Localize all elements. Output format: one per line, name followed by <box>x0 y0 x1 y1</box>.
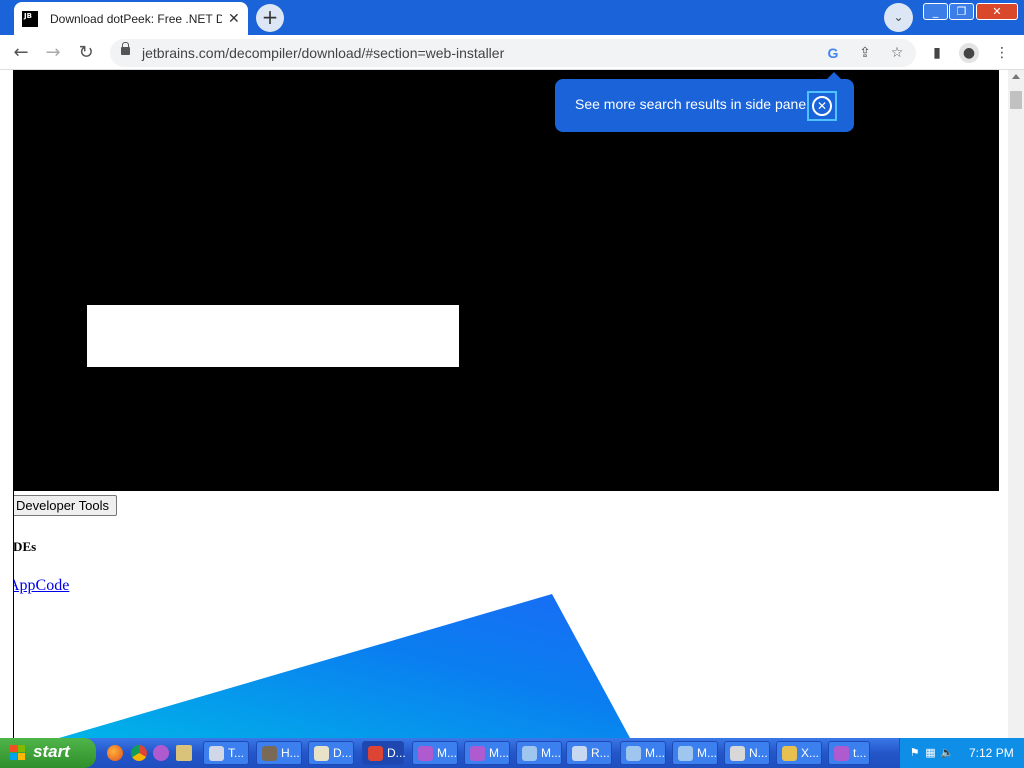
task-app-icon <box>209 746 224 761</box>
task-label: H... <box>281 746 300 760</box>
taskbar-task-button[interactable]: t... <box>828 741 870 765</box>
task-label: t... <box>853 746 867 760</box>
taskbar-task-button[interactable]: D... <box>362 741 406 765</box>
page-scrollbar[interactable] <box>1008 70 1024 738</box>
tab-title: Download dotPeek: Free .NET Decompiler <box>50 11 222 26</box>
task-app-icon <box>678 746 693 761</box>
task-label: M... <box>541 746 561 760</box>
forward-button[interactable]: → <box>42 42 64 64</box>
windows-taskbar: start T... H... D... D... M... M... M... R... M.… <box>0 738 1024 768</box>
jetbrains-favicon-icon: JB <box>22 10 38 27</box>
close-circle-icon: ✕ <box>812 96 832 116</box>
task-label: R... <box>591 746 610 760</box>
task-app-icon <box>782 746 797 761</box>
profile-avatar-icon[interactable]: ● <box>959 43 979 63</box>
new-tab-button[interactable]: + <box>256 4 284 32</box>
lock-icon[interactable] <box>121 42 130 55</box>
browser-toolbar: ← → ↻ jetbrains.com/decompiler/download/… <box>0 35 1024 70</box>
chrome-icon[interactable] <box>131 745 147 761</box>
address-bar[interactable]: jetbrains.com/decompiler/download/#secti… <box>110 39 916 67</box>
clock[interactable]: 7:12 PM <box>969 746 1014 760</box>
taskbar-task-button[interactable]: H... <box>256 741 302 765</box>
taskbar-task-button[interactable]: M... <box>620 741 666 765</box>
page-content: Developer Tools IDEs AppCode <box>14 70 1008 738</box>
task-label: M... <box>645 746 665 760</box>
minimize-button[interactable]: _ <box>923 3 948 20</box>
task-app-icon <box>834 746 849 761</box>
task-label: T... <box>228 746 245 760</box>
task-app-icon <box>470 746 485 761</box>
taskbar-task-button[interactable]: T... <box>203 741 249 765</box>
share-icon[interactable]: ⇪ <box>856 44 874 62</box>
menu-icon[interactable]: ⋮ <box>992 43 1012 63</box>
firefox-icon[interactable] <box>107 745 123 761</box>
taskbar-task-button[interactable]: N... <box>724 741 770 765</box>
system-tray: ⚑ ▦ 🔈 7:12 PM <box>899 738 1024 768</box>
task-label: D... <box>333 746 352 760</box>
network-icon[interactable]: ▦ <box>924 746 937 759</box>
task-label: N... <box>749 746 768 760</box>
video-placeholder-area <box>14 70 999 491</box>
taskbar-task-button[interactable]: M... <box>672 741 718 765</box>
browser-titlebar: JB Download dotPeek: Free .NET Decompile… <box>0 0 1024 35</box>
taskbar-task-button[interactable]: M... <box>516 741 562 765</box>
back-button[interactable]: ← <box>10 42 32 64</box>
browser-tab[interactable]: JB Download dotPeek: Free .NET Decompile… <box>14 2 248 35</box>
task-label: D... <box>387 746 406 760</box>
tab-close-icon[interactable]: ✕ <box>228 11 240 27</box>
task-app-icon <box>314 746 329 761</box>
task-label: X... <box>801 746 820 760</box>
taskbar-task-button[interactable]: D... <box>308 741 354 765</box>
task-app-icon <box>572 746 587 761</box>
maximize-button[interactable]: ❐ <box>949 3 974 20</box>
task-app-icon <box>368 746 383 761</box>
side-panel-icon[interactable]: ▮ <box>927 43 947 63</box>
task-app-icon <box>626 746 641 761</box>
task-label: M... <box>437 746 457 760</box>
windows-flag-icon <box>10 745 26 761</box>
volume-icon[interactable]: 🔈 <box>940 746 954 759</box>
network-warning-icon[interactable]: ⚑ <box>908 746 921 759</box>
taskbar-task-button[interactable]: X... <box>776 741 822 765</box>
bubble-message: See more search results in side panel <box>575 96 810 112</box>
developer-tools-button[interactable]: Developer Tools <box>14 495 117 516</box>
side-panel-promo-bubble: See more search results in side panel ✕ <box>555 72 854 132</box>
taskbar-task-button[interactable]: M... <box>412 741 458 765</box>
reload-button[interactable]: ↻ <box>75 42 97 64</box>
start-button[interactable]: start <box>0 738 96 768</box>
task-label: M... <box>697 746 717 760</box>
taskbar-task-button[interactable]: R... <box>566 741 612 765</box>
tab-search-button[interactable]: ⌄ <box>884 3 913 32</box>
task-app-icon <box>522 746 537 761</box>
appcode-link[interactable]: AppCode <box>14 577 69 595</box>
close-window-button[interactable]: ✕ <box>976 3 1018 20</box>
scroll-up-arrow-icon[interactable] <box>1012 74 1020 79</box>
bubble-close-button[interactable]: ✕ <box>807 91 837 121</box>
task-app-icon <box>262 746 277 761</box>
white-placeholder-box <box>87 305 459 367</box>
google-lens-icon[interactable]: G <box>824 44 842 62</box>
explorer-icon[interactable] <box>176 745 192 761</box>
start-label: start <box>33 742 70 761</box>
task-app-icon <box>730 746 745 761</box>
taskbar-task-button[interactable]: M... <box>464 741 510 765</box>
task-app-icon <box>418 746 433 761</box>
scrollbar-thumb[interactable] <box>1010 91 1022 109</box>
url-text[interactable]: jetbrains.com/decompiler/download/#secti… <box>142 45 504 61</box>
ides-heading: IDEs <box>14 539 37 554</box>
bookmark-star-icon[interactable]: ☆ <box>888 44 906 62</box>
task-label: M... <box>489 746 509 760</box>
mirc-icon[interactable] <box>153 745 169 761</box>
